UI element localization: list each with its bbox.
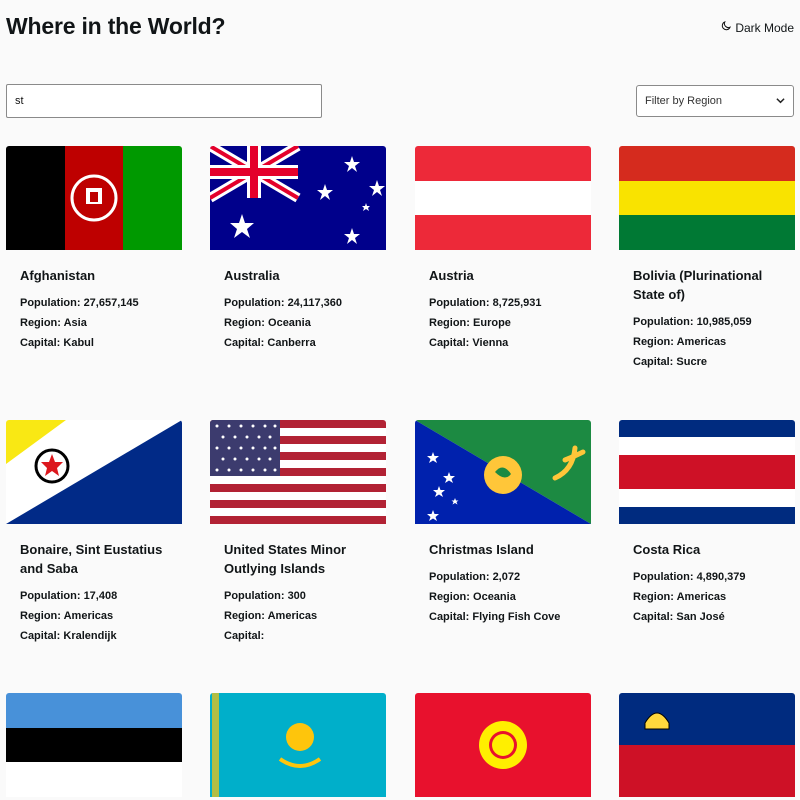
capital-row: Capital: Vienna bbox=[429, 337, 509, 349]
flag-afghanistan bbox=[6, 146, 182, 250]
population-row: Population: 2,072 bbox=[429, 571, 521, 583]
population-row: Population: 24,117,360 bbox=[224, 297, 343, 309]
capital-value: Canberra bbox=[267, 337, 316, 349]
dark-mode-label: Dark Mode bbox=[735, 20, 794, 35]
population-row: Population: 17,408 bbox=[20, 590, 118, 602]
capital-value: Kabul bbox=[63, 337, 94, 349]
region-value: Oceania bbox=[268, 317, 311, 329]
region-row: Region: Oceania bbox=[224, 317, 311, 329]
flag-liechtenstein bbox=[619, 693, 795, 797]
capital-value: Flying Fish Cove bbox=[472, 611, 561, 623]
capital-value: Vienna bbox=[472, 337, 509, 349]
country-card[interactable]: Christmas Island Population: 2,072 Regio… bbox=[415, 420, 591, 627]
capital-row: Capital: Canberra bbox=[224, 337, 316, 349]
country-card[interactable]: Bolivia (Plurinational State of) Populat… bbox=[619, 146, 795, 372]
region-row: Region: Asia bbox=[20, 317, 87, 329]
country-name: United States Minor Outlying Islands bbox=[224, 542, 347, 576]
country-card[interactable]: Afghanistan Population: 27,657,145 Regio… bbox=[6, 146, 182, 353]
country-card[interactable]: Bonaire, Sint Eustatius and Saba Populat… bbox=[6, 420, 182, 646]
region-row: Region: Europe bbox=[429, 317, 511, 329]
capital-row: Capital: bbox=[224, 630, 265, 642]
country-card[interactable]: United States Minor Outlying Islands Pop… bbox=[210, 420, 386, 646]
flag-bonaire bbox=[6, 420, 182, 524]
capital-value: Kralendijk bbox=[63, 630, 117, 642]
population-row: Population: 8,725,931 bbox=[429, 297, 542, 309]
flag-us-minor-outlying-islands bbox=[210, 420, 386, 524]
population-value: 8,725,931 bbox=[492, 297, 542, 309]
country-name: Afghanistan bbox=[20, 268, 96, 283]
country-name: Australia bbox=[224, 268, 280, 283]
page-title: Where in the World? bbox=[6, 13, 226, 39]
capital-value: San José bbox=[676, 611, 725, 623]
region-value: Oceania bbox=[473, 591, 516, 603]
region-filter-label: Filter by Region bbox=[645, 95, 723, 107]
search-input[interactable] bbox=[6, 84, 322, 118]
region-value: Europe bbox=[473, 317, 511, 329]
region-value: Americas bbox=[676, 336, 727, 348]
flag-costa-rica bbox=[619, 420, 795, 524]
country-card[interactable]: Austria Population: 8,725,931 Region: Eu… bbox=[415, 146, 591, 353]
population-row: Population: 300 bbox=[224, 590, 306, 602]
population-value: 2,072 bbox=[492, 571, 521, 583]
flag-kazakhstan bbox=[210, 693, 386, 797]
capital-row: Capital: San José bbox=[633, 611, 725, 623]
region-value: Americas bbox=[63, 610, 114, 622]
country-card[interactable] bbox=[210, 693, 386, 797]
capital-row: Capital: Kralendijk bbox=[20, 630, 117, 642]
flag-estonia bbox=[6, 693, 182, 797]
population-value: 4,890,379 bbox=[696, 571, 746, 583]
country-card[interactable]: Australia Population: 24,117,360 Region:… bbox=[210, 146, 386, 353]
country-card[interactable] bbox=[415, 693, 591, 797]
capital-row: Capital: Flying Fish Cove bbox=[429, 611, 561, 623]
region-value: Americas bbox=[676, 591, 727, 603]
country-card[interactable] bbox=[619, 693, 795, 797]
population-row: Population: 4,890,379 bbox=[633, 571, 746, 583]
population-value: 27,657,145 bbox=[83, 297, 139, 309]
chevron-down-icon bbox=[776, 96, 785, 107]
country-card[interactable] bbox=[6, 693, 182, 797]
country-name: Costa Rica bbox=[633, 542, 701, 557]
country-card[interactable]: Costa Rica Population: 4,890,379 Region:… bbox=[619, 420, 795, 627]
region-row: Region: Oceania bbox=[429, 591, 516, 603]
flag-australia bbox=[210, 146, 386, 250]
population-value: 300 bbox=[287, 590, 306, 602]
moon-icon bbox=[720, 20, 732, 35]
dark-mode-toggle[interactable]: Dark Mode bbox=[720, 20, 794, 35]
region-row: Region: Americas bbox=[633, 336, 727, 348]
flag-austria bbox=[415, 146, 591, 250]
region-row: Region: Americas bbox=[20, 610, 114, 622]
flag-kyrgyzstan bbox=[415, 693, 591, 797]
country-name: Austria bbox=[429, 268, 474, 283]
region-row: Region: Americas bbox=[224, 610, 318, 622]
population-value: 10,985,059 bbox=[696, 316, 752, 328]
country-name: Bolivia (Plurinational State of) bbox=[633, 268, 763, 302]
population-row: Population: 27,657,145 bbox=[20, 297, 139, 309]
country-name: Christmas Island bbox=[429, 542, 534, 557]
region-value: Asia bbox=[63, 317, 87, 329]
flag-bolivia bbox=[619, 146, 795, 250]
app-header: Where in the World? Dark Mode bbox=[0, 0, 800, 60]
population-value: 17,408 bbox=[83, 590, 118, 602]
capital-row: Capital: Sucre bbox=[633, 356, 707, 368]
flag-christmas-island bbox=[415, 420, 591, 524]
population-value: 24,117,360 bbox=[287, 297, 343, 309]
population-row: Population: 10,985,059 bbox=[633, 316, 752, 328]
region-filter-select[interactable]: Filter by Region bbox=[636, 85, 794, 117]
country-name: Bonaire, Sint Eustatius and Saba bbox=[20, 542, 163, 576]
region-row: Region: Americas bbox=[633, 591, 727, 603]
capital-row: Capital: Kabul bbox=[20, 337, 94, 349]
region-value: Americas bbox=[267, 610, 318, 622]
capital-value: Sucre bbox=[676, 356, 707, 368]
